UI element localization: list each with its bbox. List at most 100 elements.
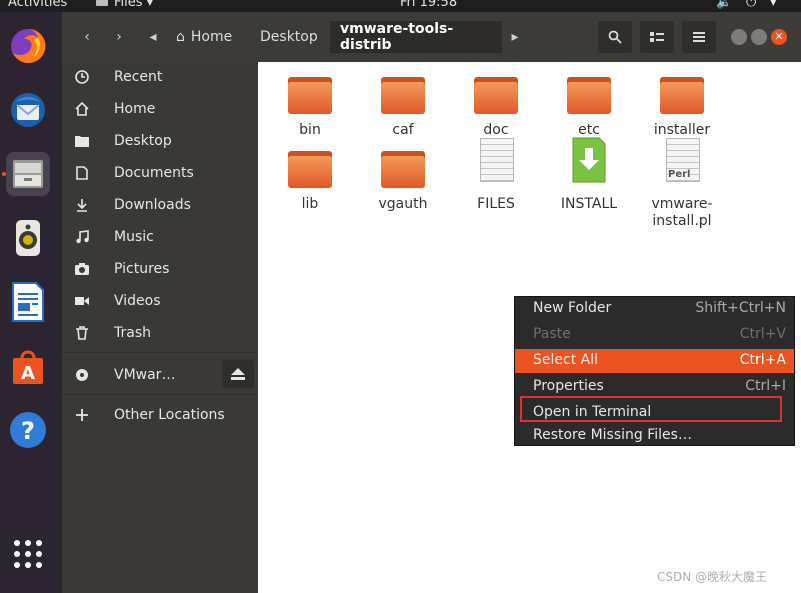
file-item-etc[interactable]: etc	[549, 72, 629, 139]
file-name: lib	[301, 196, 319, 212]
breadcrumb-scroll-left[interactable]: ◂	[144, 21, 162, 53]
chevron-down-icon: ▾	[146, 0, 154, 10]
disc-icon	[74, 367, 90, 383]
file-item-bin[interactable]: bin	[270, 72, 350, 139]
dock-thunderbird[interactable]	[6, 88, 50, 132]
folder-icon	[379, 72, 427, 120]
clock[interactable]: Fri 19:58	[400, 0, 457, 10]
file-item-lib[interactable]: lib	[270, 146, 350, 213]
sidebar-item-vmware-disc[interactable]: VMwar…	[62, 360, 220, 390]
activities-button[interactable]: Activities	[8, 0, 67, 10]
dock-rhythmbox[interactable]	[6, 216, 50, 260]
file-name: bin	[299, 122, 321, 138]
text-file-icon	[472, 136, 520, 184]
rhythmbox-icon	[16, 220, 40, 256]
breadcrumb-current-label: vmware-tools-distrib	[340, 21, 454, 53]
folder-icon	[379, 146, 427, 194]
app-grid-icon	[14, 540, 42, 568]
sidebar-item-other-locations[interactable]: Other Locations	[62, 400, 258, 430]
sidebar-item-documents[interactable]: Documents	[62, 158, 258, 188]
top-bar: Activities Files ▾ Fri 19:58 🔈 ⏻ ▾	[0, 0, 801, 12]
dock-ubuntu-software[interactable]: A	[6, 344, 50, 388]
file-name: vgauth	[378, 196, 428, 212]
search-button[interactable]	[598, 21, 632, 53]
menu-item-select-all[interactable]: Select All Ctrl+A	[515, 349, 794, 373]
eject-button[interactable]	[222, 360, 254, 388]
breadcrumb-desktop[interactable]: Desktop	[250, 21, 330, 53]
app-menu[interactable]: Files ▾	[96, 0, 153, 10]
menu-item-restore-missing-files[interactable]: Restore Missing Files…	[515, 424, 794, 448]
dock-help[interactable]: ?	[6, 408, 50, 452]
menu-item-label: Paste	[533, 326, 571, 342]
breadcrumb-home-label: Home	[190, 29, 233, 45]
close-button[interactable]: ✕	[770, 21, 788, 53]
system-menu-chevron-icon[interactable]: ▾	[770, 0, 777, 10]
eject-icon	[231, 368, 245, 380]
breadcrumb-desktop-label: Desktop	[260, 29, 318, 45]
firefox-icon	[11, 28, 46, 63]
chevron-right-small-icon: ▸	[511, 29, 519, 45]
sidebar-item-music[interactable]: Music	[62, 222, 258, 252]
home-icon	[74, 101, 90, 117]
sidebar-item-home[interactable]: Home	[62, 94, 258, 124]
sidebar-item-videos[interactable]: Videos	[62, 286, 258, 316]
file-name: caf	[392, 122, 414, 138]
view-toggle-button[interactable]	[640, 21, 674, 53]
menu-item-label: Restore Missing Files…	[533, 427, 692, 443]
breadcrumb-home[interactable]: ⌂ Home	[166, 21, 250, 53]
sidebar-item-pictures[interactable]: Pictures	[62, 254, 258, 284]
folder-icon	[74, 133, 90, 149]
sidebar-item-trash[interactable]: Trash	[62, 318, 258, 348]
sidebar-item-recent[interactable]: Recent	[62, 62, 258, 92]
forward-button[interactable]: ›	[104, 21, 134, 53]
dock-writer[interactable]	[6, 280, 50, 324]
context-menu: New Folder Shift+Ctrl+N Paste Ctrl+V Sel…	[514, 296, 795, 446]
menu-button[interactable]	[682, 21, 716, 53]
file-item-files[interactable]: FILES	[456, 136, 536, 213]
folder-icon	[286, 146, 334, 194]
file-name: FILES	[477, 196, 515, 212]
maximize-button[interactable]	[750, 21, 768, 53]
menu-item-shortcut: Ctrl+A	[739, 352, 786, 368]
file-name-line2: install.pl	[652, 213, 712, 229]
help-icon: ?	[10, 412, 46, 448]
file-item-vgauth[interactable]: vgauth	[363, 146, 443, 213]
minimize-button[interactable]	[730, 21, 748, 53]
svg-text:A: A	[21, 363, 35, 384]
maximize-icon	[751, 29, 767, 45]
menu-item-label: Properties	[533, 378, 604, 394]
file-item-installer[interactable]: installer	[642, 72, 722, 139]
video-icon	[74, 293, 90, 309]
sidebar-item-downloads[interactable]: Downloads	[62, 190, 258, 220]
file-item-doc[interactable]: doc	[456, 72, 536, 139]
camera-icon	[74, 261, 90, 277]
back-button[interactable]: ‹	[72, 21, 102, 53]
menu-item-paste[interactable]: Paste Ctrl+V	[515, 323, 794, 347]
plus-icon	[74, 407, 90, 423]
app-menu-label: Files	[114, 0, 143, 10]
folder-icon	[286, 72, 334, 120]
power-icon[interactable]: ⏻	[746, 0, 756, 10]
sidebar-item-label: Home	[114, 101, 156, 117]
breadcrumb-current[interactable]: vmware-tools-distrib	[330, 21, 502, 53]
dock-firefox[interactable]	[6, 24, 50, 68]
dock-files[interactable]	[6, 152, 50, 196]
folder-icon	[472, 72, 520, 120]
file-item-install[interactable]: INSTALL	[549, 136, 629, 213]
show-applications-button[interactable]	[6, 532, 50, 576]
dock: A ?	[0, 12, 62, 593]
file-item-vmware-install-pl[interactable]: Perl vmware- install.pl	[642, 136, 722, 230]
menu-item-new-folder[interactable]: New Folder Shift+Ctrl+N	[515, 297, 794, 321]
menu-item-shortcut: Ctrl+V	[739, 326, 786, 342]
sidebar-item-label: Videos	[114, 293, 161, 309]
files-app-icon	[96, 0, 108, 6]
sidebar-item-label: Pictures	[114, 261, 170, 277]
search-icon	[608, 30, 622, 44]
perl-badge: Perl	[668, 169, 691, 180]
home-icon: ⌂	[176, 29, 185, 45]
breadcrumb-scroll-right[interactable]: ▸	[506, 21, 524, 53]
volume-icon[interactable]: 🔈	[716, 0, 732, 10]
file-item-caf[interactable]: caf	[363, 72, 443, 139]
sidebar-item-label: Desktop	[114, 133, 172, 149]
sidebar-item-desktop[interactable]: Desktop	[62, 126, 258, 156]
